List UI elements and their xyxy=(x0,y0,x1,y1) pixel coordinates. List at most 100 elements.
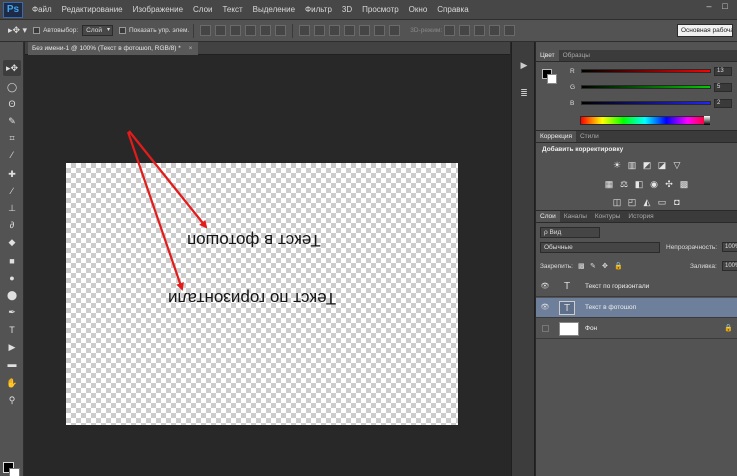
channel-r-value[interactable]: 13 xyxy=(714,67,732,76)
move-tool-icon[interactable]: ▸✥ xyxy=(3,60,21,76)
fill-input[interactable]: 100% xyxy=(722,261,737,271)
dodge-tool-icon[interactable]: ⬤ xyxy=(3,287,21,303)
3d-rotate-icon[interactable] xyxy=(444,25,456,36)
distribute-vcenter-icon[interactable] xyxy=(314,25,326,36)
eyedropper-tool-icon[interactable]: ⁄ xyxy=(3,147,21,163)
align-right-icon[interactable] xyxy=(275,25,287,36)
menu-layers[interactable]: Слои xyxy=(188,5,217,14)
hue-sat-icon[interactable]: ▦ xyxy=(604,179,614,189)
menu-filter[interactable]: Фильтр xyxy=(300,5,337,14)
blur-tool-icon[interactable]: ● xyxy=(3,270,21,286)
tab-swatches[interactable]: Образцы xyxy=(559,50,594,61)
layer-row[interactable]: 👁 T Текст по горизонтали xyxy=(536,277,737,297)
3d-pan-icon[interactable] xyxy=(474,25,486,36)
workspace-dropdown[interactable]: Основная рабочая xyxy=(677,24,733,37)
blend-mode-dropdown[interactable]: Обычные xyxy=(540,242,660,253)
tab-paths[interactable]: Контуры xyxy=(591,211,625,222)
exposure-icon[interactable]: ◪ xyxy=(657,160,667,170)
align-hcenter-icon[interactable] xyxy=(260,25,272,36)
menu-file[interactable]: Файл xyxy=(27,5,57,14)
crop-tool-icon[interactable]: ⌗ xyxy=(3,130,21,146)
zoom-tool-icon[interactable]: ⚲ xyxy=(3,392,21,408)
color-lookup-icon[interactable]: ▩ xyxy=(679,179,689,189)
opacity-input[interactable]: 100% xyxy=(722,242,737,252)
lock-pixels-icon[interactable]: ✎ xyxy=(590,262,596,270)
menu-help[interactable]: Справка xyxy=(432,5,473,14)
eye-icon[interactable]: 👁 xyxy=(540,282,550,292)
gradient-map-icon[interactable]: ▭ xyxy=(657,197,667,207)
properties-icon[interactable]: ≣ xyxy=(516,86,532,100)
show-controls-checkbox[interactable] xyxy=(118,27,126,34)
distribute-top-icon[interactable] xyxy=(299,25,311,36)
3d-scale-icon[interactable] xyxy=(504,25,516,36)
curves-icon[interactable]: ◩ xyxy=(642,160,652,170)
channel-b-value[interactable]: 2 xyxy=(714,99,732,108)
color-balance-icon[interactable]: ⚖ xyxy=(619,179,629,189)
layer-row[interactable]: 👁 T Текст в фотошоп xyxy=(536,298,737,318)
channel-g-slider[interactable] xyxy=(581,85,711,89)
3d-slide-icon[interactable] xyxy=(489,25,501,36)
history-brush-tool-icon[interactable]: ∂ xyxy=(3,217,21,233)
tab-adjustments[interactable]: Коррекция xyxy=(536,131,576,142)
path-select-tool-icon[interactable]: ▶ xyxy=(3,339,21,355)
brush-tool-icon[interactable]: ∕ xyxy=(3,183,21,199)
3d-roll-icon[interactable] xyxy=(459,25,471,36)
selective-color-icon[interactable]: ◘ xyxy=(672,197,682,207)
close-icon[interactable]: × xyxy=(189,45,193,52)
document-tab[interactable]: Без имени-1 @ 100% (Текст в фотошоп, RGB… xyxy=(28,42,199,55)
distribute-right-icon[interactable] xyxy=(374,25,386,36)
text-layer-photoshop[interactable]: Текст в фотошоп xyxy=(187,230,321,250)
type-tool-icon[interactable]: T xyxy=(3,322,21,338)
lock-position-icon[interactable]: ✥ xyxy=(602,262,608,270)
tab-channels[interactable]: Каналы xyxy=(560,211,591,222)
hand-tool-icon[interactable]: ✋ xyxy=(3,375,21,391)
align-bottom-icon[interactable] xyxy=(230,25,242,36)
menu-window[interactable]: Окно xyxy=(404,5,433,14)
auto-align-icon[interactable] xyxy=(389,25,401,36)
text-layer-horizontal[interactable]: Текст по горизонтали xyxy=(168,288,336,308)
color-spectrum[interactable] xyxy=(580,116,710,125)
channel-r-slider[interactable] xyxy=(581,69,711,73)
autoselect-dropdown[interactable]: Слой xyxy=(82,25,113,36)
menu-select[interactable]: Выделение xyxy=(248,5,300,14)
vibrance-icon[interactable]: ▽ xyxy=(672,160,682,170)
align-vcenter-icon[interactable] xyxy=(215,25,227,36)
pen-tool-icon[interactable]: ✒ xyxy=(3,304,21,320)
healing-tool-icon[interactable]: ✚ xyxy=(3,166,21,182)
color-background-swatch[interactable] xyxy=(547,74,557,84)
menu-edit[interactable]: Редактирование xyxy=(57,5,128,14)
lock-transparency-icon[interactable]: ▩ xyxy=(578,262,585,270)
canvas[interactable]: Текст в фотошоп Текст по горизонтали xyxy=(66,163,458,425)
layer-name[interactable]: Текст по горизонтали xyxy=(585,277,649,297)
shape-tool-icon[interactable]: ▬ xyxy=(3,356,21,372)
color-spectrum-bw[interactable] xyxy=(704,116,710,125)
minimize-button[interactable]: – xyxy=(701,0,717,12)
distribute-bottom-icon[interactable] xyxy=(329,25,341,36)
visibility-off-icon[interactable] xyxy=(542,325,549,332)
menu-type[interactable]: Текст xyxy=(217,5,247,14)
distribute-left-icon[interactable] xyxy=(344,25,356,36)
layer-filter-dropdown[interactable]: ρ Вид xyxy=(540,227,600,238)
tab-styles[interactable]: Стили xyxy=(576,131,603,142)
tab-history[interactable]: История xyxy=(624,211,657,222)
stamp-tool-icon[interactable]: ⊥ xyxy=(3,200,21,216)
posterize-icon[interactable]: ◰ xyxy=(627,197,637,207)
layer-row[interactable]: Фон 🔒 xyxy=(536,319,737,339)
move-tool-preset-icon[interactable]: ▸✥ ▾ xyxy=(8,25,27,36)
lock-all-icon[interactable]: 🔒 xyxy=(614,262,623,270)
channel-g-value[interactable]: 5 xyxy=(714,83,732,92)
channel-b-slider[interactable] xyxy=(581,101,711,105)
quick-select-tool-icon[interactable]: ✎ xyxy=(3,113,21,129)
channel-mixer-icon[interactable]: ✣ xyxy=(664,179,674,189)
layer-name[interactable]: Фон xyxy=(585,319,597,339)
menu-view[interactable]: Просмотр xyxy=(357,5,404,14)
brightness-icon[interactable]: ☀ xyxy=(612,160,622,170)
align-left-icon[interactable] xyxy=(245,25,257,36)
eye-icon[interactable]: 👁 xyxy=(540,303,550,313)
levels-icon[interactable]: ▥ xyxy=(627,160,637,170)
bw-icon[interactable]: ◧ xyxy=(634,179,644,189)
maximize-button[interactable]: □ xyxy=(717,0,733,12)
tab-layers[interactable]: Слои xyxy=(536,211,560,222)
threshold-icon[interactable]: ◭ xyxy=(642,197,652,207)
photo-filter-icon[interactable]: ◉ xyxy=(649,179,659,189)
